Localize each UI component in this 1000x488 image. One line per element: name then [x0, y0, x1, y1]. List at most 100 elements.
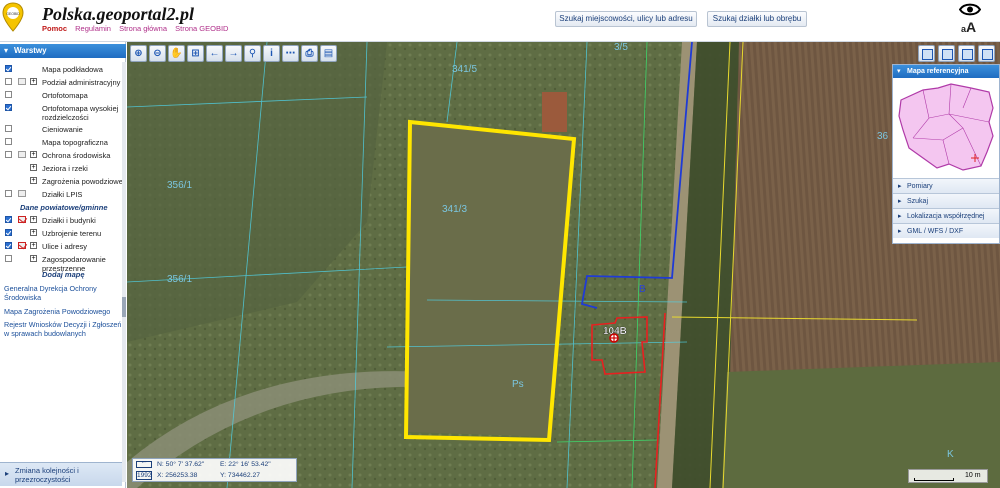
app-root: GEOBID Polska.geoportal2.pl Pomoc Regula…: [0, 0, 1000, 488]
font-size-icon[interactable]: aA: [961, 19, 976, 35]
reference-map[interactable]: [893, 78, 999, 178]
layer-label: Działki LPIS: [42, 190, 83, 199]
save-icon[interactable]: ▤: [320, 45, 337, 62]
add-map-link[interactable]: Dodaj mapę: [42, 270, 85, 279]
layer-label: Cieniowanie: [42, 125, 83, 134]
expand-icon[interactable]: +: [30, 164, 37, 171]
pan-hand-icon[interactable]: ✋: [168, 45, 185, 62]
back-arrow-icon[interactable]: ←: [206, 45, 223, 62]
svg-text:GEOBID: GEOBID: [6, 12, 20, 16]
layer-checkbox[interactable]: [5, 78, 12, 85]
provider-link[interactable]: Rejestr Wniosków Decyzji i Zgłoszeń w sp…: [4, 320, 122, 338]
panel-scrollbar[interactable]: [122, 62, 126, 482]
layer-label: Mapa podkładowa: [42, 65, 103, 74]
map-toolbar: ⊕ ⊖ ✋ ⊞ ← → ⚲ i ⋯ ⎙ ▤: [130, 45, 337, 65]
measure-tool-item[interactable]: Pomiary: [893, 178, 999, 194]
layer-legend-icon: [18, 151, 26, 158]
expand-icon[interactable]: +: [30, 242, 37, 249]
address-point-label: 104B: [603, 326, 627, 337]
expand-icon[interactable]: +: [30, 229, 37, 236]
search-tool-item[interactable]: Szukaj: [893, 193, 999, 209]
header-links: Pomoc Regulamin Strona główna Strona GEO…: [42, 24, 234, 33]
parcel-label: 341/3: [442, 204, 467, 215]
layer-label: Uzbrojenie terenu: [42, 229, 102, 238]
expand-icon[interactable]: +: [30, 255, 37, 262]
provider-link[interactable]: Mapa Zagrożenia Powodziowego: [4, 307, 122, 316]
measure-icon[interactable]: ⋯: [282, 45, 299, 62]
panel-scrollbar-thumb[interactable]: [122, 297, 126, 317]
map-view[interactable]: 341/5 341/3 356/1 356/1 36 Ps K 3/5 B 10…: [127, 42, 1000, 488]
search-address-button[interactable]: Szukaj miejscowości, ulicy lub adresu: [555, 11, 697, 27]
longitude-value: E: 22° 16' 53.42": [220, 461, 271, 468]
forward-arrow-icon[interactable]: →: [225, 45, 242, 62]
scale-bar-label: 10 m: [965, 472, 981, 479]
zoom-box-icon[interactable]: ⊞: [187, 45, 204, 62]
print-icon[interactable]: ⎙: [301, 45, 318, 62]
export-tool-item[interactable]: GML / WFS / DXF: [893, 223, 999, 239]
layers-panel-header[interactable]: Warstwy: [0, 44, 126, 58]
header: GEOBID Polska.geoportal2.pl Pomoc Regula…: [0, 0, 1000, 42]
layer-checkbox[interactable]: [5, 242, 12, 249]
parcel-label: B: [639, 284, 646, 295]
parcel-label: 3/5: [614, 42, 628, 53]
expand-icon[interactable]: +: [30, 177, 37, 184]
layer-checkbox[interactable]: [5, 138, 12, 145]
layout-split-icon[interactable]: [978, 45, 995, 62]
layer-checkbox[interactable]: [5, 125, 12, 132]
layer-label: Podział administracyjny: [42, 78, 121, 87]
eye-icon[interactable]: [959, 3, 981, 16]
zoom-out-icon[interactable]: ⊖: [149, 45, 166, 62]
layer-checkbox[interactable]: [5, 104, 12, 111]
crs-selector[interactable]: 1992: [136, 471, 152, 480]
coordinate-location-item[interactable]: Lokalizacja współrzędnej: [893, 208, 999, 224]
layer-label: Ortofotomapa: [42, 91, 88, 100]
link-icon[interactable]: ⚲: [244, 45, 261, 62]
layers-panel: Warstwy Mapa podkładowa + Podział admini…: [0, 42, 126, 488]
layer-label: Ortofotomapa wysokiej rozdzielczości: [42, 104, 119, 122]
info-icon[interactable]: i: [263, 45, 280, 62]
parcel-label: 341/5: [452, 64, 477, 75]
layer-checkbox[interactable]: [5, 91, 12, 98]
reference-map-header[interactable]: Mapa referencyjna: [893, 65, 999, 78]
expand-icon[interactable]: +: [30, 78, 37, 85]
parcel-label: 356/1: [167, 274, 192, 285]
orthophoto-map[interactable]: 341/5 341/3 356/1 356/1 36 Ps K 3/5 B 10…: [127, 42, 1000, 488]
parcel-label: 36: [877, 131, 889, 142]
home-link[interactable]: Strona główna: [119, 24, 167, 33]
tools-panel: Mapa referencyjna: [892, 64, 1000, 244]
expand-icon[interactable]: +: [30, 151, 37, 158]
site-title[interactable]: Polska.geoportal2.pl: [42, 4, 194, 25]
layer-checkbox[interactable]: [5, 65, 12, 72]
geobid-logo[interactable]: GEOBID: [2, 2, 24, 32]
layer-label: Działki i budynki: [42, 216, 96, 225]
terms-link[interactable]: Regulamin: [75, 24, 111, 33]
view-buttons: [918, 45, 995, 62]
layer-label: Zagrożenia powodziowe: [42, 177, 123, 186]
layer-label: Jeziora i rzeki: [42, 164, 88, 173]
coordinate-format-icon[interactable]: °'": [136, 461, 152, 468]
latitude-value: N: 50° 7' 37.62": [157, 461, 205, 468]
expand-icon[interactable]: +: [30, 216, 37, 223]
layer-checkbox[interactable]: [5, 151, 12, 158]
layer-checkbox[interactable]: [5, 216, 12, 223]
layout-left-icon[interactable]: [918, 45, 935, 62]
layers-list: Mapa podkładowa + Podział administracyjn…: [0, 62, 123, 274]
layer-label: Ochrona środowiska: [42, 151, 111, 160]
help-link[interactable]: Pomoc: [42, 24, 67, 33]
scale-bar: 10 m: [908, 469, 988, 483]
zoom-in-icon[interactable]: ⊕: [130, 45, 147, 62]
layer-checkbox[interactable]: [5, 190, 12, 197]
search-parcel-button[interactable]: Szukaj działki lub obrębu: [707, 11, 807, 27]
layout-right-icon[interactable]: [958, 45, 975, 62]
county-section-title: Dane powiatowe/gminne: [20, 203, 108, 212]
x-value: X: 256253.38: [157, 472, 198, 479]
parcel-label: Ps: [512, 379, 524, 390]
parcel-label: K: [947, 449, 954, 460]
layout-full-icon[interactable]: [938, 45, 955, 62]
layer-checkbox[interactable]: [5, 229, 12, 236]
geobid-link[interactable]: Strona GEOBID: [175, 24, 228, 33]
parcel-label: 356/1: [167, 180, 192, 191]
layer-order-panel[interactable]: Zmiana kolejności i przezroczystości: [0, 462, 122, 486]
provider-link[interactable]: Generalna Dyrekcja Ochrony Środowiska: [4, 284, 122, 302]
layer-checkbox[interactable]: [5, 255, 12, 262]
